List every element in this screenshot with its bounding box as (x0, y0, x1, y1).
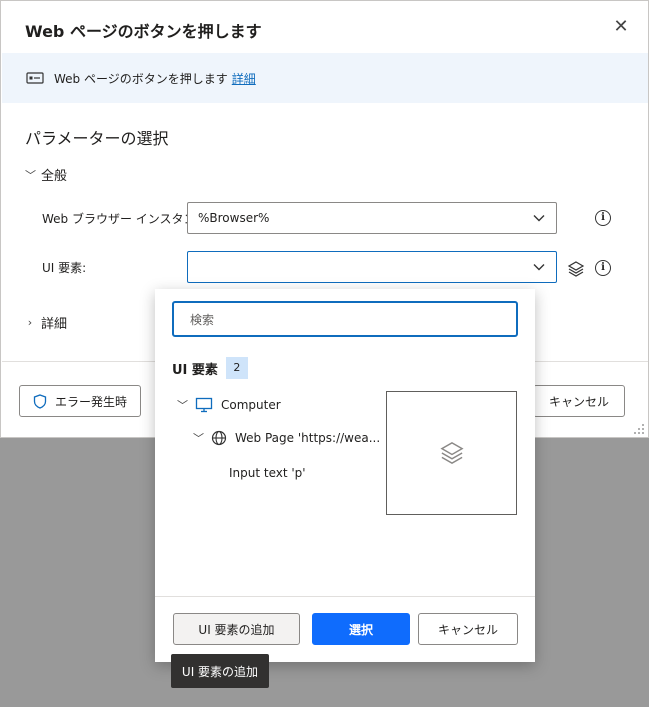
chevron-down-icon: ﹀ (193, 432, 204, 445)
info-icon[interactable]: i (595, 210, 611, 226)
ui-element-label: UI 要素: (42, 261, 87, 275)
globe-icon (211, 430, 227, 446)
picker-cancel-button[interactable]: キャンセル (418, 613, 518, 645)
chevron-right-icon: › (27, 316, 33, 329)
close-icon[interactable]: ✕ (609, 15, 633, 39)
select-button[interactable]: 選択 (312, 613, 410, 645)
general-group-toggle[interactable]: ﹀ 全般 (25, 165, 68, 185)
layers-icon (439, 442, 464, 464)
advanced-group-label: 詳細 (41, 317, 68, 332)
picker-heading-label: UI 要素 (172, 362, 218, 378)
general-group-label: 全般 (41, 169, 68, 184)
browser-instance-value: %Browser% (198, 211, 270, 225)
add-ui-element-label: UI 要素の追加 (198, 622, 275, 637)
dialog-cancel-label: キャンセル (548, 394, 609, 409)
dialog-cancel-button[interactable]: キャンセル (533, 385, 625, 417)
picker-heading: UI 要素 2 (172, 357, 248, 379)
chevron-down-icon: ﹀ (25, 168, 36, 182)
tree-input-label: Input text 'p' (229, 466, 306, 480)
tooltip-text: UI 要素の追加 (181, 664, 259, 679)
tree-node-input[interactable]: Input text 'p' (229, 466, 306, 480)
button-action-icon (26, 72, 44, 84)
advanced-group-toggle[interactable]: › 詳細 (25, 313, 67, 332)
layers-icon[interactable] (567, 260, 585, 278)
search-input[interactable]: 検索 (172, 301, 518, 337)
tree-web-page-label: Web Page 'https://wea... (235, 431, 381, 445)
add-ui-element-button[interactable]: UI 要素の追加 (173, 613, 300, 645)
picker-cancel-label: キャンセル (437, 622, 498, 637)
select-label: 選択 (348, 622, 373, 637)
chevron-down-icon (533, 215, 545, 222)
section-title: パラメーターの選択 (25, 129, 169, 148)
tree-node-computer[interactable]: ﹀ Computer (177, 397, 281, 413)
chevron-down-icon (533, 264, 545, 271)
info-text: Web ページのボタンを押します (54, 71, 228, 86)
on-error-button[interactable]: エラー発生時 (19, 385, 141, 417)
count-badge: 2 (225, 357, 248, 379)
info-bar: Web ページのボタンを押します 詳細 (2, 53, 648, 103)
browser-instance-label: Web ブラウザー インスタンス: (42, 212, 212, 226)
browser-instance-select[interactable]: %Browser% (187, 202, 557, 234)
resize-grip-icon[interactable] (633, 423, 645, 435)
dialog-title: Web ページのボタンを押します (25, 22, 262, 41)
ui-element-picker: 検索 UI 要素 2 ﹀ Computer ﹀ Web Page 'https:… (155, 289, 535, 662)
chevron-down-icon: ﹀ (177, 399, 188, 412)
tree-computer-label: Computer (221, 398, 281, 412)
details-link[interactable]: 詳細 (232, 72, 256, 86)
picker-footer-divider (155, 596, 535, 597)
ui-element-select[interactable] (187, 251, 557, 283)
tree-node-web-page[interactable]: ﹀ Web Page 'https://wea... (193, 430, 380, 446)
info-icon[interactable]: i (595, 260, 611, 276)
tooltip: UI 要素の追加 (171, 654, 269, 688)
element-preview (386, 391, 517, 515)
on-error-label: エラー発生時 (54, 394, 127, 409)
computer-icon (195, 397, 213, 413)
search-placeholder: 検索 (190, 312, 215, 327)
shield-icon (33, 393, 47, 409)
